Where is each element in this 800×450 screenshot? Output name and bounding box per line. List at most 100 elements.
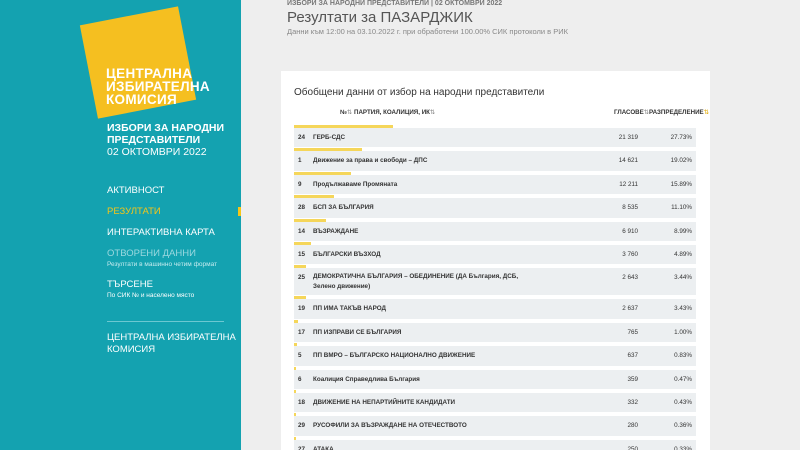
- party-percent: 3.43%: [674, 305, 692, 313]
- party-name: ПП ИМА ТАКЪВ НАРОД: [313, 305, 386, 313]
- page-subtitle: Данни към 12:00 на 03.10.2022 г. при обр…: [287, 27, 568, 36]
- party-number: 17: [298, 328, 306, 336]
- sidebar: ЦЕНТРАЛНА ИЗБИРАТЕЛНА КОМИСИЯ ИЗБОРИ ЗА …: [0, 0, 241, 450]
- election-date: 02 ОКТОМВРИ 2022: [107, 146, 207, 158]
- table-row[interactable]: 28 БСП ЗА БЪЛГАРИЯ 8 535 11.10%: [294, 195, 696, 218]
- party-percent: 19.02%: [670, 157, 692, 165]
- party-percent: 1.00%: [674, 328, 692, 336]
- sidebar-divider: [107, 321, 224, 322]
- table-row[interactable]: 15 БЪЛГАРСКИ ВЪЗХОД 3 760 4.89%: [294, 241, 696, 265]
- nav-item-interactive-map[interactable]: ИНТЕРАКТИВНА КАРТА: [107, 227, 241, 238]
- results-card-title: Обобщени данни от избор на народни предс…: [294, 87, 545, 98]
- party-votes: 359: [627, 375, 638, 383]
- party-name: ГЕРБ-СДС: [313, 134, 346, 141]
- party-votes: 2 643: [622, 274, 638, 282]
- party-number: 27: [298, 445, 306, 450]
- cik-link-line: КОМИСИЯ: [107, 344, 156, 355]
- column-header-votes[interactable]: ГЛАСОВЕ⇅: [614, 109, 649, 116]
- party-votes: 12 211: [619, 180, 638, 188]
- party-votes: 3 760: [622, 250, 638, 258]
- column-header-party-label: ПАРТИЯ, КОАЛИЦИЯ, ИК: [354, 109, 430, 116]
- table-row[interactable]: 6 Коалиция Справедлива България 359 0.47%: [294, 366, 696, 390]
- nav-item-open-data-label: ОТВОРЕНИ ДАННИ: [107, 248, 196, 259]
- results-table-body: 24 ГЕРБ-СДС 21 319 27.73% 1 Движение за права…: [294, 125, 696, 450]
- page-title: Резултати за ПАЗАРДЖИК: [287, 9, 473, 26]
- nav-item-open-data[interactable]: ОТВОРЕНИ ДАННИ Резултати в машинно четим…: [107, 248, 241, 269]
- party-name: ПП ИЗПРАВИ СЕ БЪЛГАРИЯ: [313, 328, 402, 336]
- party-number: 28: [298, 204, 306, 212]
- cik-home-link[interactable]: ЦЕНТРАЛНА ИЗБИРАТЕЛНА КОМИСИЯ: [107, 332, 236, 356]
- party-name: ДЕМОКРАТИЧНА БЪЛГАРИЯ – ОБЕДИНЕНИЕ (ДА Б…: [313, 273, 519, 291]
- party-name: ПП ВМРО – БЪЛГАРСКО НАЦИОНАЛНО ДВИЖЕНИЕ: [313, 352, 476, 360]
- column-header-num[interactable]: №⇅: [340, 109, 352, 116]
- cik-logo[interactable]: ЦЕНТРАЛНА ИЗБИРАТЕЛНА КОМИСИЯ: [79, 6, 222, 125]
- table-row[interactable]: 27 АТАКА 250 0.33%: [294, 436, 696, 450]
- nav-item-activity[interactable]: АКТИВНОСТ: [107, 185, 241, 196]
- party-number: 24: [298, 134, 306, 141]
- table-row[interactable]: 14 ВЪЗРАЖДАНЕ 6 910 8.99%: [294, 218, 696, 242]
- table-row[interactable]: 17 ПП ИЗПРАВИ СЕ БЪЛГАРИЯ 765 1.00%: [294, 319, 696, 343]
- column-header-num-label: №: [340, 109, 347, 116]
- party-votes: 765: [627, 328, 638, 336]
- party-percent: 4.89%: [674, 250, 692, 258]
- table-row[interactable]: 1 Движение за права и свободи – ДПС 14 621…: [294, 148, 696, 171]
- sort-icon: ⇅: [703, 109, 709, 116]
- nav-item-open-data-sub: Резултати в машинно четим формат: [107, 261, 218, 268]
- party-name: БЪЛГАРСКИ ВЪЗХОД: [313, 250, 381, 258]
- column-header-party[interactable]: ПАРТИЯ, КОАЛИЦИЯ, ИК⇅: [354, 109, 435, 116]
- main-content: ИЗБОРИ ЗА НАРОДНИ ПРЕДСТАВИТЕЛИ | 02 ОКТ…: [241, 0, 800, 450]
- party-number: 5: [298, 352, 302, 360]
- party-number: 6: [298, 375, 302, 383]
- party-votes: 250: [627, 445, 638, 450]
- sort-icon: ⇅: [346, 109, 353, 116]
- column-header-share[interactable]: РАЗПРЕДЕЛЕНИЕ⇅: [649, 109, 709, 116]
- election-title-line: ПРЕДСТАВИТЕЛИ: [107, 134, 201, 146]
- election-title: ИЗБОРИ ЗА НАРОДНИ ПРЕДСТАВИТЕЛИ 02 ОКТОМ…: [107, 122, 224, 158]
- party-percent: 27.73%: [670, 134, 692, 141]
- party-votes: 6 910: [622, 227, 638, 235]
- table-row[interactable]: 18 ДВИЖЕНИЕ НА НЕПАРТИЙНИТЕ КАНДИДАТИ 332 0…: [294, 389, 696, 413]
- party-percent: 3.44%: [674, 274, 692, 282]
- party-votes: 332: [627, 398, 638, 406]
- cik-link-line: ЦЕНТРАЛНА ИЗБИРАТЕЛНА: [107, 332, 236, 343]
- party-percent: 11.10%: [671, 204, 692, 212]
- column-header-share-label: РАЗПРЕДЕЛЕНИЕ: [649, 109, 704, 116]
- party-number: 18: [298, 398, 306, 406]
- party-percent: 15.89%: [670, 180, 692, 188]
- table-row[interactable]: 5 ПП ВМРО – БЪЛГАРСКО НАЦИОНАЛНО ДВИЖЕНИЕ…: [294, 343, 696, 366]
- party-name: АТАКА: [313, 445, 334, 450]
- party-votes: 637: [627, 352, 638, 360]
- party-name: ВЪЗРАЖДАНЕ: [313, 227, 359, 235]
- party-name: БСП ЗА БЪЛГАРИЯ: [313, 204, 374, 212]
- results-card: Обобщени данни от избор на народни предс…: [281, 71, 710, 450]
- party-percent: 0.83%: [674, 352, 692, 360]
- party-number: 1: [298, 157, 302, 165]
- column-header-votes-label: ГЛАСОВЕ: [614, 109, 644, 116]
- party-name: ДВИЖЕНИЕ НА НЕПАРТИЙНИТЕ КАНДИДАТИ: [313, 398, 456, 406]
- party-name: РУСОФИЛИ ЗА ВЪЗРАЖДАНЕ НА ОТЕЧЕСТВОТО: [313, 422, 467, 430]
- party-number: 9: [298, 180, 302, 188]
- sort-icon: ⇅: [429, 109, 436, 116]
- party-number: 19: [298, 305, 306, 313]
- table-row[interactable]: 19 ПП ИМА ТАКЪВ НАРОД 2 637 3.43%: [294, 296, 696, 319]
- table-row[interactable]: 29 РУСОФИЛИ ЗА ВЪЗРАЖДАНЕ НА ОТЕЧЕСТВОТО 2…: [294, 413, 696, 436]
- party-votes: 2 637: [622, 305, 638, 313]
- party-votes: 14 621: [618, 157, 638, 165]
- table-row[interactable]: 25 ДЕМОКРАТИЧНА БЪЛГАРИЯ – ОБЕДИНЕНИЕ (ДА…: [294, 265, 696, 296]
- nav-item-search-sub: По СИК № и населено място: [107, 292, 195, 299]
- nav-item-search[interactable]: ТЪРСЕНЕ По СИК № и населено място: [107, 279, 241, 300]
- party-number: 15: [298, 250, 306, 258]
- table-row[interactable]: 9 Продължаваме Промяната 12 211 15.89%: [294, 171, 696, 195]
- party-percent: 0.33%: [674, 445, 692, 450]
- party-percent: 0.43%: [674, 398, 692, 406]
- logo-line: КОМИСИЯ: [106, 92, 177, 107]
- logo-text: ЦЕНТРАЛНА ИЗБИРАТЕЛНА КОМИСИЯ: [106, 67, 210, 107]
- nav-item-results[interactable]: РЕЗУЛТАТИ: [107, 206, 241, 217]
- party-percent: 0.47%: [674, 375, 692, 383]
- sidebar-nav: АКТИВНОСТ РЕЗУЛТАТИ ИНТЕРАКТИВНА КАРТА О…: [107, 185, 241, 310]
- party-number: 29: [298, 422, 306, 430]
- party-number: 25: [298, 274, 306, 282]
- party-votes: 8 535: [622, 204, 638, 212]
- nav-item-search-label: ТЪРСЕНЕ: [107, 279, 153, 290]
- table-row[interactable]: 24 ГЕРБ-СДС 21 319 27.73%: [294, 125, 696, 148]
